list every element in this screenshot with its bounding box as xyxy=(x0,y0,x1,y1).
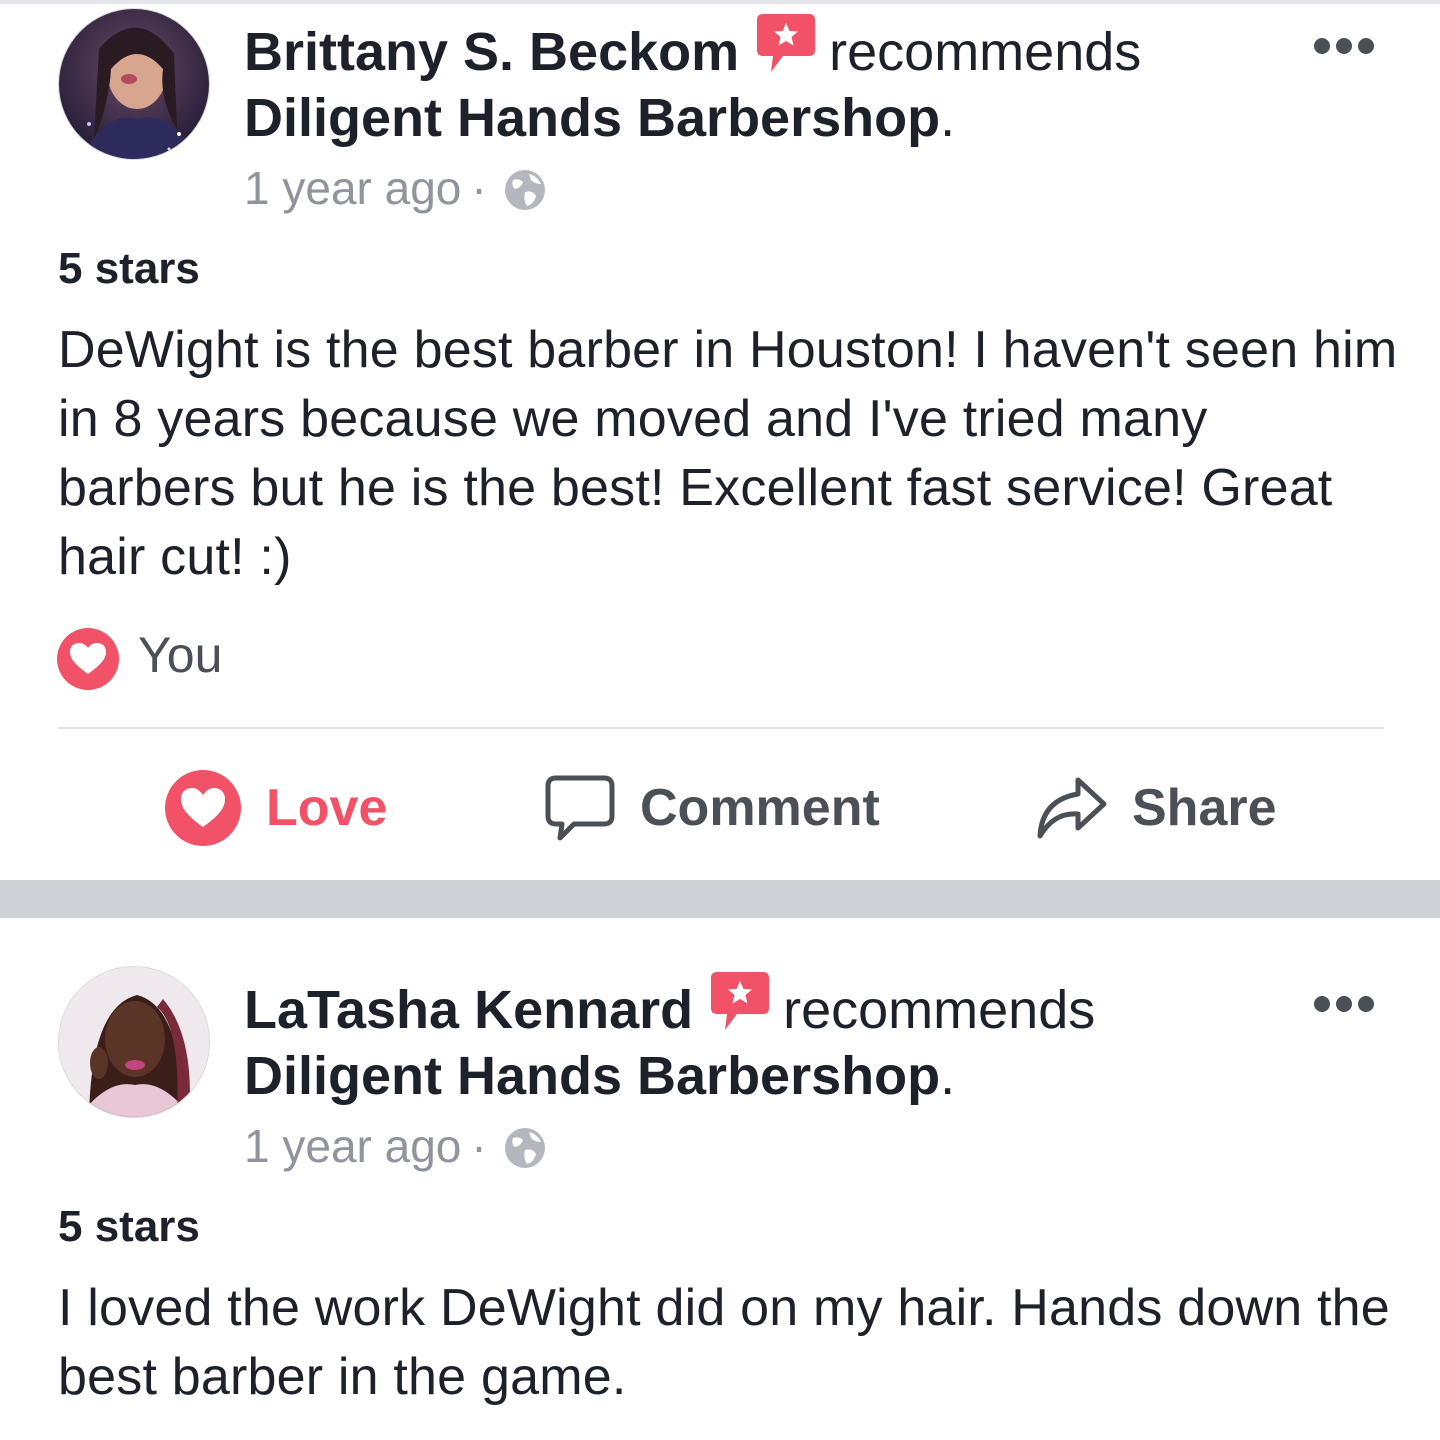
more-options-icon[interactable] xyxy=(1312,36,1376,56)
action-bar: Love Comment Share xyxy=(0,740,1440,876)
globe-icon xyxy=(503,168,547,212)
comment-label: Comment xyxy=(640,779,880,837)
author-name[interactable]: LaTasha Kennard xyxy=(244,980,693,1040)
post-meta: 1 year ago · xyxy=(244,160,547,216)
post-header: LaTasha Kennard recommends Diligent Hands… xyxy=(244,972,1304,1109)
period: . xyxy=(940,1046,956,1106)
heart-icon xyxy=(165,770,241,846)
timestamp[interactable]: 1 year ago xyxy=(244,1120,461,1172)
recommendation-icon xyxy=(711,972,770,1032)
avatar[interactable] xyxy=(58,966,210,1118)
comment-button[interactable]: Comment xyxy=(544,740,880,876)
divider xyxy=(58,727,1384,729)
reactions-label: You xyxy=(138,627,223,683)
recommendation-icon xyxy=(757,14,816,74)
page-name[interactable]: Diligent Hands Barbershop xyxy=(244,88,940,148)
recommends-text: recommends xyxy=(829,22,1142,82)
post-meta: 1 year ago · xyxy=(244,1118,547,1174)
period: . xyxy=(940,88,956,148)
page-name[interactable]: Diligent Hands Barbershop xyxy=(244,1046,940,1106)
review-text: I loved the work DeWight did on my hair.… xyxy=(58,1279,1390,1406)
post-header: Brittany S. Beckom recommends Diligent Ha… xyxy=(244,14,1304,151)
more-options-icon[interactable] xyxy=(1312,994,1376,1014)
review-text: DeWight is the best barber in Houston! I… xyxy=(58,321,1398,586)
share-button[interactable]: Share xyxy=(1036,740,1277,876)
post-separator xyxy=(0,880,1440,918)
timestamp[interactable]: 1 year ago xyxy=(244,162,461,214)
review-post-2: LaTasha Kennard recommends Diligent Hands… xyxy=(0,918,1440,1440)
love-button[interactable]: Love xyxy=(164,740,387,876)
meta-dot: · xyxy=(471,162,487,214)
rating: 5 stars xyxy=(58,244,200,293)
share-icon xyxy=(1037,777,1107,839)
avatar[interactable] xyxy=(58,8,210,160)
rating: 5 stars xyxy=(58,1202,200,1251)
meta-dot: · xyxy=(471,1120,487,1172)
love-reaction-icon xyxy=(56,627,120,691)
author-name[interactable]: Brittany S. Beckom xyxy=(244,22,739,82)
comment-icon xyxy=(545,775,615,841)
review-post-1: Brittany S. Beckom recommends Diligent Ha… xyxy=(0,0,1440,880)
globe-icon xyxy=(503,1126,547,1170)
share-label: Share xyxy=(1132,779,1277,837)
recommends-text: recommends xyxy=(783,980,1096,1040)
love-label: Love xyxy=(266,779,388,837)
reactions-summary[interactable]: You xyxy=(56,622,223,691)
